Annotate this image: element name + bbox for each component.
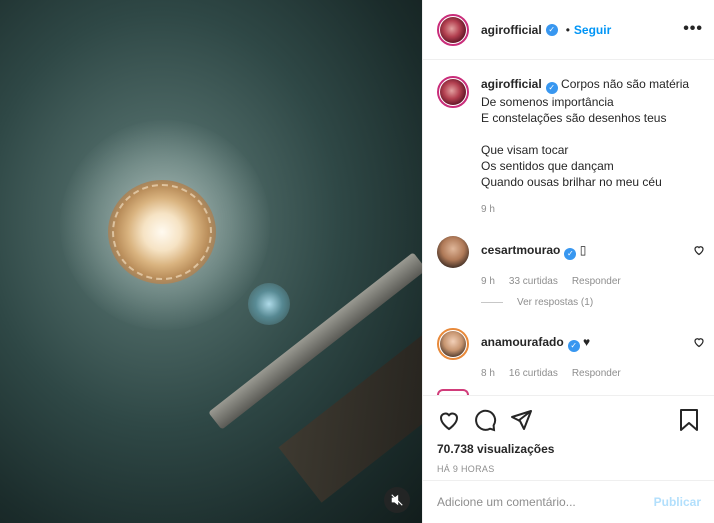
caption-line: E constelações são desenhos teus xyxy=(481,111,667,125)
lamp-ring xyxy=(112,184,212,280)
reply-button[interactable]: Responder xyxy=(572,368,621,379)
separator-dot: • xyxy=(565,22,570,37)
verified-badge-icon: ✓ xyxy=(545,82,558,94)
caption-timestamp[interactable]: 9 h xyxy=(481,202,689,218)
post-details-panel: agirofficial ✓ • Seguir ••• agirofficial… xyxy=(422,0,714,523)
comment-likes[interactable]: 16 curtidas xyxy=(509,368,558,379)
comment-input[interactable] xyxy=(437,495,654,509)
view-replies-label: Ver respostas (1) xyxy=(517,297,594,308)
view-count[interactable]: 70.738 visualizações xyxy=(437,442,701,456)
comment-likes[interactable]: 33 curtidas xyxy=(509,276,558,287)
caption-username[interactable]: agirofficial xyxy=(481,77,542,91)
heart-icon[interactable] xyxy=(693,336,705,351)
comment-text: ♥ xyxy=(583,335,591,349)
post-caption: agirofficial ✓ Corpos não são matéria De … xyxy=(437,76,709,218)
more-options-icon[interactable]: ••• xyxy=(683,20,703,38)
verified-badge-icon: ✓ xyxy=(567,340,580,352)
posted-time[interactable]: HÁ 9 HORAS xyxy=(437,464,701,474)
post-video[interactable] xyxy=(0,0,422,523)
view-replies-button[interactable]: Ver respostas (1) xyxy=(481,297,593,308)
avatar[interactable] xyxy=(437,13,469,46)
comment-username[interactable]: anamourafado xyxy=(481,335,564,349)
caption-line: Que visam tocar xyxy=(481,143,569,157)
post-header: agirofficial ✓ • Seguir ••• xyxy=(423,0,714,60)
comment-text: ▯ xyxy=(579,243,587,257)
muted-speaker-icon[interactable] xyxy=(384,487,410,513)
avatar[interactable] xyxy=(437,236,469,268)
comment-username[interactable]: cesartmourao xyxy=(481,243,560,257)
caption-line: Corpos não são matéria xyxy=(561,77,690,91)
heart-icon[interactable] xyxy=(437,408,461,432)
caption-line: De somenos importância xyxy=(481,95,614,109)
comment-time[interactable]: 8 h xyxy=(481,368,495,379)
comment-time[interactable]: 9 h xyxy=(481,276,495,287)
heart-icon[interactable] xyxy=(693,244,705,259)
comment-item: cesartmourao ✓ ▯ 9 h 33 curtidas Responde… xyxy=(437,236,709,287)
share-icon[interactable] xyxy=(509,408,533,432)
add-comment-bar: Publicar xyxy=(423,480,714,523)
post-author-username[interactable]: agirofficial xyxy=(481,23,542,37)
lens-flare xyxy=(248,283,290,325)
bookmark-icon[interactable] xyxy=(677,408,701,432)
comment-icon[interactable] xyxy=(473,408,497,432)
reply-button[interactable]: Responder xyxy=(572,276,621,287)
avatar[interactable] xyxy=(437,328,469,360)
caption-line: Os sentidos que dançam xyxy=(481,159,614,173)
verified-badge-icon: ✓ xyxy=(564,248,577,260)
avatar[interactable] xyxy=(437,76,469,108)
post-actions: 70.738 visualizações HÁ 9 HORAS xyxy=(423,395,714,474)
publish-button[interactable]: Publicar xyxy=(654,495,701,509)
replies-divider xyxy=(481,302,503,303)
follow-button[interactable]: Seguir xyxy=(574,23,611,37)
comment-item: anamourafado ✓ ♥ 8 h 16 curtidas Responde… xyxy=(437,328,709,379)
verified-badge-icon: ✓ xyxy=(545,23,558,36)
caption-line: Quando ousas brilhar no meu céu xyxy=(481,175,662,189)
